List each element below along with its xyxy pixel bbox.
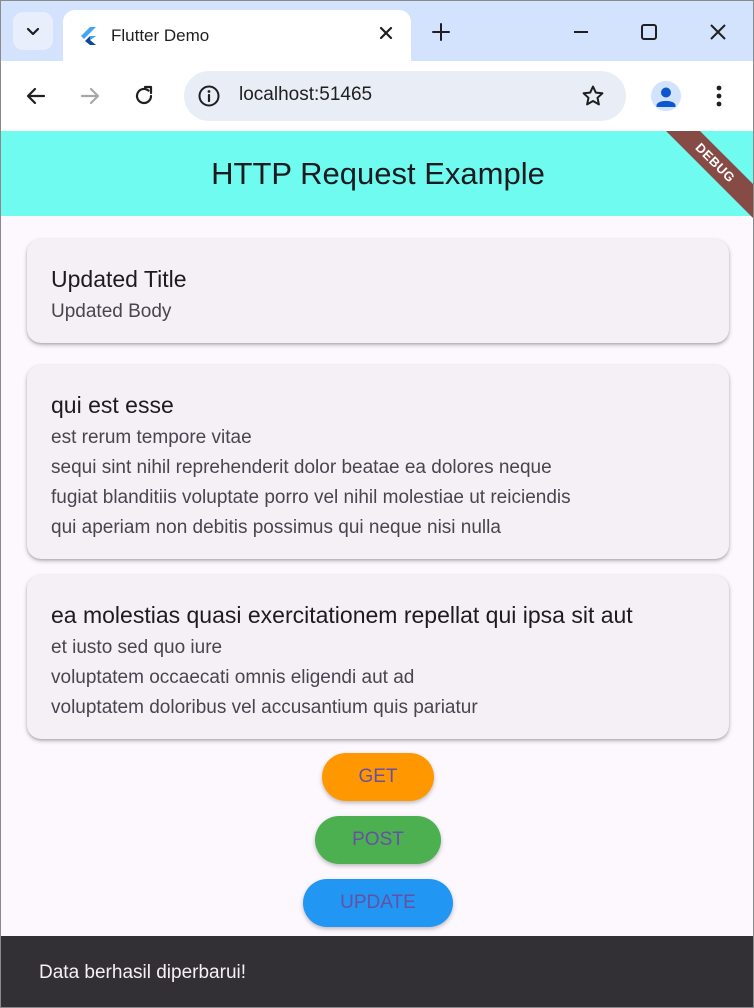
- post-title: qui est esse: [51, 392, 174, 418]
- app-viewport: HTTP Request Example DEBUG Updated Title…: [1, 131, 753, 1007]
- arrow-left-icon: [26, 87, 46, 105]
- debug-banner: DEBUG: [649, 131, 753, 229]
- star-icon[interactable]: [580, 83, 606, 109]
- post-title: ea molestias quasi exercitationem repell…: [51, 602, 633, 628]
- kebab-menu-icon[interactable]: [706, 81, 732, 111]
- info-icon[interactable]: [196, 83, 222, 109]
- address-bar[interactable]: localhost:51465: [184, 71, 626, 121]
- close-icon[interactable]: [375, 22, 397, 44]
- reload-icon: [135, 85, 153, 105]
- url-text: localhost:51465: [239, 84, 373, 105]
- post-title: Updated Title: [51, 266, 187, 292]
- post-body: et iusto sed quo iure voluptatem occaeca…: [51, 637, 478, 718]
- forward-button[interactable]: [75, 81, 105, 111]
- post-card: ea molestias quasi exercitationem repell…: [27, 575, 729, 739]
- flutter-icon: [79, 26, 99, 46]
- post-card: Updated Title Updated Body: [27, 239, 729, 343]
- maximize-icon: [641, 24, 657, 40]
- browser-window: Flutter Demo localhost:51465 HTTP Reques…: [0, 0, 754, 1008]
- page-title: HTTP Request Example: [211, 155, 545, 191]
- tab-flutter-demo[interactable]: Flutter Demo: [63, 10, 411, 62]
- arrow-right-icon: [80, 87, 100, 105]
- avatar-icon[interactable]: [651, 81, 681, 111]
- app-bar: HTTP Request Example DEBUG: [1, 131, 753, 229]
- snackbar-message: Data berhasil diperbarui!: [39, 961, 247, 983]
- close-icon: [710, 24, 726, 40]
- snackbar: Data berhasil diperbarui!: [1, 936, 753, 1007]
- chevron-down-icon: [26, 27, 40, 36]
- post-card: qui est esse est rerum tempore vitae seq…: [27, 365, 729, 559]
- browser-toolbar: localhost:51465: [1, 61, 753, 131]
- tab-search-button[interactable]: [13, 12, 53, 50]
- maximize-button[interactable]: [634, 17, 664, 47]
- minimize-icon: [574, 31, 588, 33]
- back-button[interactable]: [21, 81, 51, 111]
- update-button[interactable]: UPDATE: [303, 879, 453, 927]
- tab-strip: Flutter Demo: [1, 1, 753, 62]
- post-button[interactable]: POST: [315, 816, 441, 864]
- post-body: Updated Body: [51, 301, 172, 322]
- tab-title: Flutter Demo: [111, 26, 210, 45]
- reload-button[interactable]: [129, 81, 159, 111]
- posts-list[interactable]: Updated Title Updated Body qui est esse …: [1, 216, 753, 753]
- get-button[interactable]: GET: [322, 753, 434, 801]
- minimize-button[interactable]: [566, 17, 596, 47]
- new-tab-button[interactable]: [429, 20, 453, 44]
- plus-icon: [432, 23, 450, 41]
- post-body: est rerum tempore vitae sequi sint nihil…: [51, 427, 571, 538]
- window-close-button[interactable]: [703, 17, 733, 47]
